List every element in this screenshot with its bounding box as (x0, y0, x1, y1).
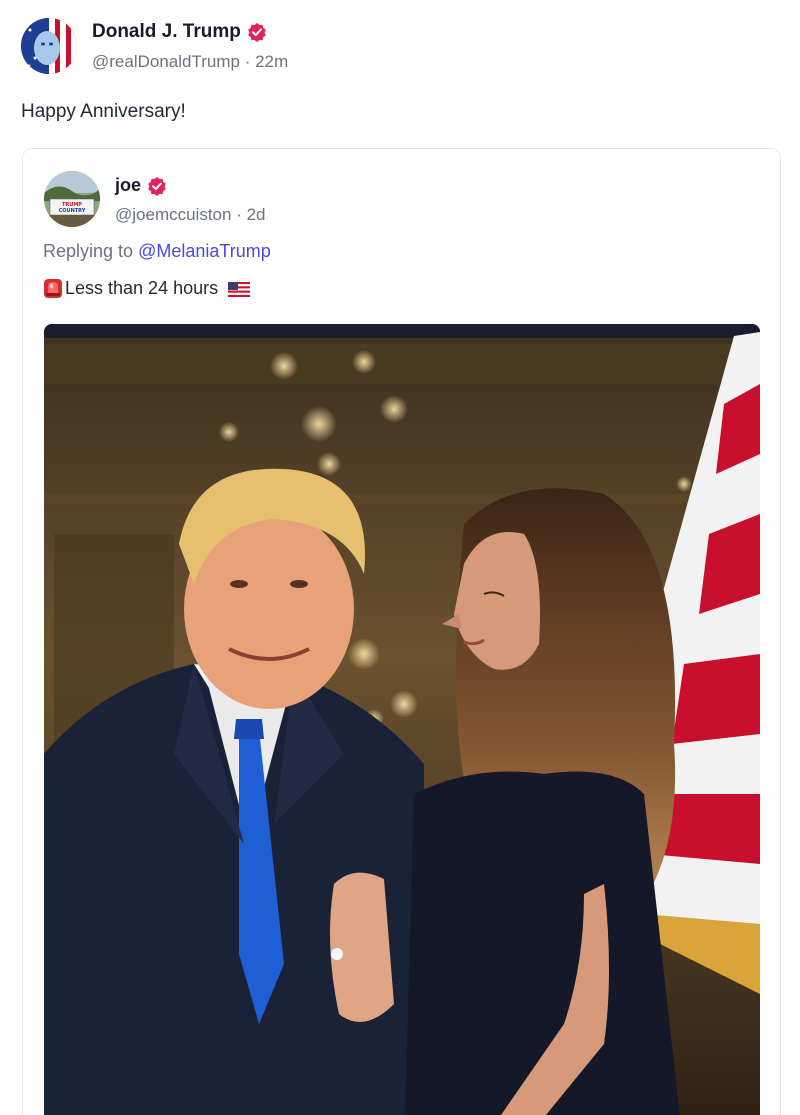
quote-text-line: Less than 24 hours (43, 277, 251, 299)
quote-text: Less than 24 hours (65, 277, 219, 298)
replying-prefix: Replying to (43, 241, 139, 261)
quote-author-avatar[interactable]: TRUMP COUNTRY (44, 171, 100, 227)
siren-icon (43, 277, 63, 299)
author-avatar[interactable] (21, 18, 77, 74)
post-text: Happy Anniversary! (21, 101, 186, 122)
author-handle-line: @realDonaldTrump · 22m (92, 52, 288, 72)
post-photo[interactable] (44, 324, 760, 1115)
handle-separator: · (231, 205, 247, 224)
quote-author-handle-line: @joemccuiston · 2d (115, 205, 266, 225)
verified-badge-icon (247, 22, 267, 42)
svg-text:COUNTRY: COUNTRY (59, 208, 86, 214)
replying-to-line: Replying to @MelaniaTrump (43, 241, 271, 262)
author-handle[interactable]: @realDonaldTrump (92, 52, 240, 71)
author-name-text: Donald J. Trump (92, 21, 241, 42)
post: Donald J. Trump @realDonaldTrump · 22m H… (0, 0, 800, 1115)
post-timestamp[interactable]: 22m (255, 52, 288, 71)
quote-author-name[interactable]: joe (115, 175, 167, 196)
quote-timestamp[interactable]: 2d (247, 205, 266, 224)
us-flag-icon (228, 281, 251, 297)
quote-author-name-text: joe (115, 175, 142, 195)
handle-separator: · (239, 52, 256, 71)
verified-badge-icon (147, 176, 167, 196)
author-name[interactable]: Donald J. Trump (92, 21, 267, 43)
quoted-post-card[interactable]: TRUMP COUNTRY joe @joemccuiston · 2d Rep… (22, 148, 781, 1115)
quote-author-handle[interactable]: @joemccuiston (115, 205, 231, 224)
mention-link[interactable]: @MelaniaTrump (138, 241, 271, 261)
